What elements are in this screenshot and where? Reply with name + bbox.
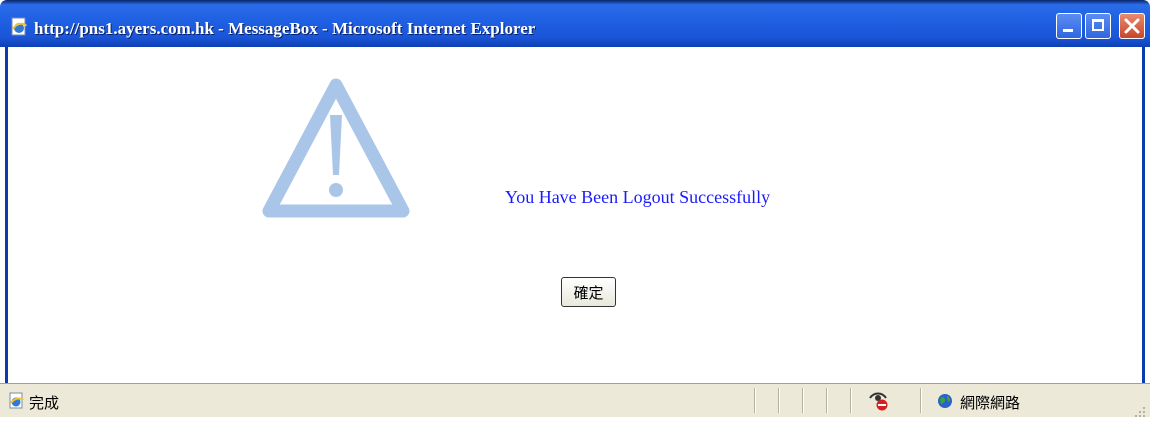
close-button[interactable]	[1119, 13, 1145, 39]
page-content: You Have Been Logout Successfully 確定	[5, 47, 1145, 383]
zone-label: 網際網路	[960, 394, 1021, 412]
window-title: http://pns1.ayers.com.hk - MessageBox - …	[34, 19, 536, 38]
resize-grip-icon[interactable]	[1134, 404, 1146, 417]
ie-page-icon	[9, 17, 29, 37]
minimize-icon	[1063, 29, 1073, 32]
ie-window: http://pns1.ayers.com.hk - MessageBox - …	[0, 0, 1150, 417]
maximize-icon	[1092, 19, 1104, 31]
status-text: 完成	[29, 394, 60, 412]
status-divider	[850, 388, 852, 413]
status-divider	[754, 388, 756, 413]
status-divider	[778, 388, 780, 413]
status-bar: 完成 網際網路	[0, 383, 1150, 417]
logout-message: You Have Been Logout Successfully	[505, 187, 771, 207]
title-bar[interactable]: http://pns1.ayers.com.hk - MessageBox - …	[0, 0, 1150, 47]
status-divider	[802, 388, 804, 413]
privacy-eye-icon[interactable]	[868, 390, 890, 412]
ok-button[interactable]: 確定	[561, 277, 616, 307]
globe-icon	[937, 393, 953, 409]
status-divider	[826, 388, 828, 413]
ie-page-icon	[8, 392, 26, 410]
warning-triangle-icon	[260, 75, 412, 221]
status-divider	[920, 388, 922, 413]
close-icon	[1120, 14, 1144, 43]
maximize-button[interactable]	[1085, 13, 1111, 39]
minimize-button[interactable]	[1056, 13, 1082, 39]
